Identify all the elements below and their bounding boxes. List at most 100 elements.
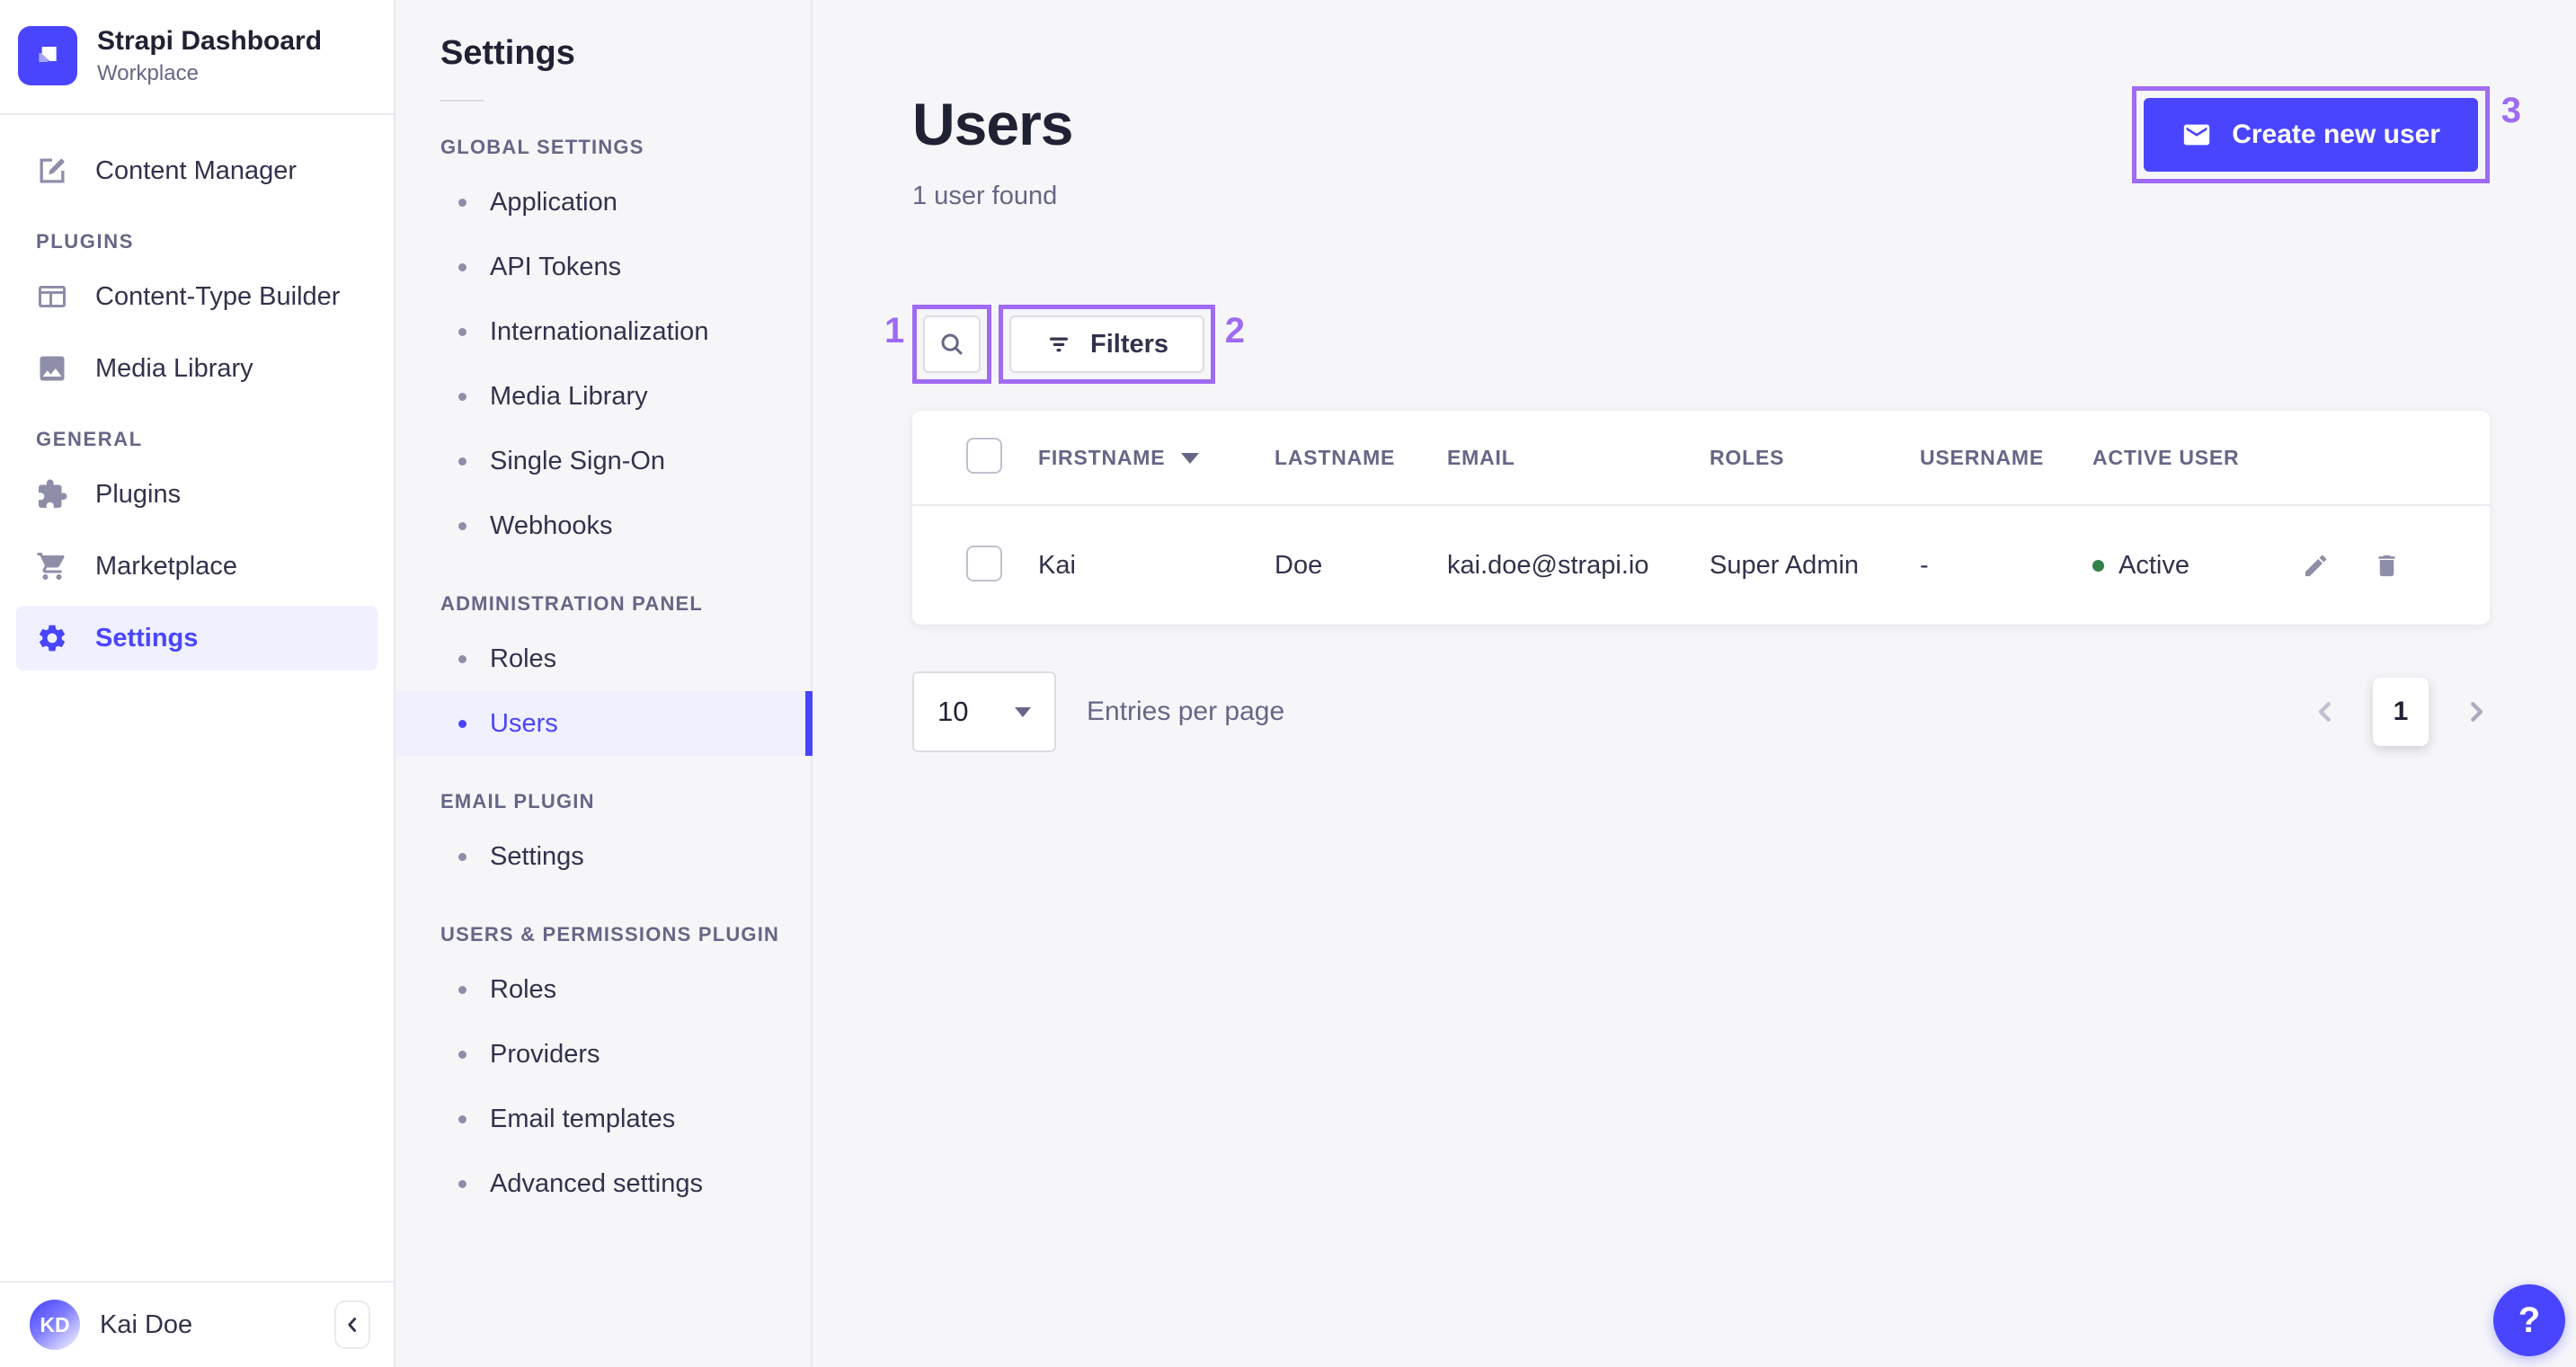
column-header-roles[interactable]: ROLES [1710, 446, 1920, 470]
subnav-item-email-templates[interactable]: Email templates [395, 1087, 811, 1151]
subnav-item-email-settings[interactable]: Settings [395, 824, 811, 889]
subnav-item-webhooks[interactable]: Webhooks [395, 493, 811, 558]
sort-desc-icon [1181, 453, 1200, 465]
subnav-item-roles-up[interactable]: Roles [395, 957, 811, 1022]
bullet-icon [458, 719, 466, 728]
annotation-label-2: 2 [1224, 311, 1246, 351]
sidebar-item-label: Marketplace [95, 551, 237, 581]
search-icon [941, 333, 963, 355]
sidebar-item-label: Content Manager [95, 155, 298, 185]
bullet-icon [458, 1179, 466, 1188]
users-page: Users 1 user found 3 Create new user 1 2… [814, 0, 2576, 1367]
select-all-checkbox[interactable] [966, 437, 1002, 474]
nav-section-plugins: PLUGINS [36, 230, 134, 253]
bullet-icon [458, 852, 466, 861]
column-header-firstname[interactable]: FIRSTNAME [1038, 446, 1275, 470]
subnav-item-media-library[interactable]: Media Library [395, 364, 811, 429]
subnav-item-label: Internationalization [490, 316, 709, 346]
workspace-name: Workplace [97, 61, 199, 85]
filters-button[interactable]: Filters [1009, 315, 1205, 373]
edit-user-button[interactable] [2302, 552, 2330, 580]
create-new-user-button[interactable]: Create new user [2144, 98, 2478, 172]
active-status-dot [2092, 559, 2104, 572]
collapse-sidebar-button[interactable] [334, 1300, 370, 1349]
main-sidebar: Strapi Dashboard Workplace Content Manag… [0, 0, 395, 1367]
page-size-select[interactable]: 10 [912, 671, 1056, 752]
entries-per-page-label: Entries per page [1087, 697, 1285, 726]
subnav-section-global-settings: GLOBAL SETTINGS [440, 136, 644, 158]
pen-icon [40, 158, 65, 183]
strapi-logo-icon [18, 26, 77, 85]
sidebar-item-label: Plugins [95, 479, 182, 509]
subnav-item-label: Users [490, 708, 558, 738]
subnav-item-label: Roles [490, 644, 557, 673]
status-label: Active [2119, 550, 2190, 580]
sidebar-item-content-type-builder[interactable]: Content-Type Builder [16, 264, 378, 329]
subnav-item-label: Single Sign-On [490, 446, 666, 475]
bullet-icon [458, 985, 466, 994]
mail-icon [2184, 124, 2210, 146]
subnav-section-administration-panel: ADMINISTRATION PANEL [440, 592, 704, 615]
previous-page-button[interactable] [2312, 698, 2339, 725]
help-button[interactable]: ? [2493, 1284, 2565, 1356]
divider [440, 100, 484, 102]
bullet-icon [458, 262, 466, 271]
gear-icon [39, 625, 66, 652]
subnav-section-email-plugin: EMAIL PLUGIN [440, 790, 595, 812]
filter-icon [1050, 337, 1068, 352]
column-header-email[interactable]: EMAIL [1447, 446, 1710, 470]
subnav-item-application[interactable]: Application [395, 170, 811, 235]
sidebar-item-content-manager[interactable]: Content Manager [16, 138, 378, 203]
subnav-item-users[interactable]: Users [395, 691, 813, 756]
sidebar-item-settings[interactable]: Settings [16, 606, 378, 670]
subnav-item-advanced-settings[interactable]: Advanced settings [395, 1151, 811, 1216]
annotation-label-1: 1 [884, 311, 905, 351]
chevron-left-icon [348, 1318, 357, 1332]
subnav-item-providers[interactable]: Providers [395, 1022, 811, 1087]
delete-user-button[interactable] [2373, 552, 2401, 580]
page-title: Users [912, 91, 1073, 157]
annotation-box-filters: 2 Filters [999, 305, 1245, 384]
search-button[interactable] [923, 315, 981, 373]
subnav-item-label: Application [490, 187, 617, 217]
subnav-item-label: Settings [490, 841, 584, 871]
column-header-active-user[interactable]: ACTIVE USER [2092, 446, 2302, 470]
page-number-1[interactable]: 1 [2373, 678, 2429, 746]
subnav-item-roles-admin[interactable]: Roles [395, 626, 811, 691]
next-page-button[interactable] [2463, 698, 2490, 725]
subnav-item-internationalization[interactable]: Internationalization [395, 299, 811, 364]
table-row[interactable]: Kai Doe kai.doe@strapi.io Super Admin - … [912, 506, 2490, 625]
bullet-icon [458, 1050, 466, 1059]
bullet-icon [458, 198, 466, 207]
subnav-section-users-permissions-plugin: USERS & PERMISSIONS PLUGIN [440, 923, 780, 945]
column-header-lastname[interactable]: LASTNAME [1275, 446, 1447, 470]
app-title: Strapi Dashboard [97, 26, 323, 56]
annotation-label-3: 3 [2500, 91, 2521, 130]
trash-icon [2378, 555, 2395, 576]
subnav-item-api-tokens[interactable]: API Tokens [395, 235, 811, 299]
cell-roles: Super Admin [1710, 550, 1860, 580]
subnav-item-label: Advanced settings [490, 1168, 703, 1198]
cell-lastname: Doe [1275, 550, 1323, 580]
layout-grid-icon [39, 286, 66, 307]
subnav-item-label: Email templates [490, 1104, 676, 1133]
table-header-row: FIRSTNAME LASTNAME EMAIL ROLES USERNAME … [912, 411, 2490, 506]
subnav-item-label: Roles [490, 974, 557, 1004]
workspace-switcher[interactable]: Strapi Dashboard Workplace [0, 0, 394, 115]
subnav-item-label: Providers [490, 1039, 600, 1069]
user-count: 1 user found [912, 182, 1058, 210]
image-icon [40, 356, 65, 381]
column-header-username[interactable]: USERNAME [1920, 446, 2092, 470]
subnav-item-single-sign-on[interactable]: Single Sign-On [395, 429, 811, 493]
bullet-icon [458, 521, 466, 530]
sidebar-item-plugins[interactable]: Plugins [16, 462, 378, 527]
user-avatar[interactable]: KD [30, 1300, 80, 1350]
sidebar-item-marketplace[interactable]: Marketplace [16, 534, 378, 599]
subnav-item-label: Media Library [490, 381, 648, 411]
pagination-bar: 10 Entries per page 1 [912, 671, 2490, 752]
bullet-icon [458, 392, 466, 401]
row-checkbox[interactable] [966, 545, 1002, 581]
page-size-value: 10 [937, 696, 969, 727]
subnav-item-label: API Tokens [490, 252, 622, 281]
sidebar-item-media-library[interactable]: Media Library [16, 336, 378, 401]
